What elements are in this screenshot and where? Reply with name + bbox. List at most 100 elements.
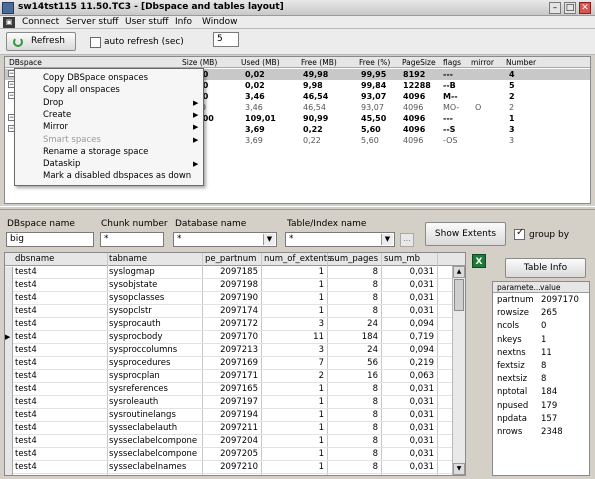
menu-window[interactable]: Window [202, 17, 238, 27]
dbspace-name-input[interactable]: big [6, 232, 94, 247]
table-row[interactable]: test4 sysprocbody 2097170 11 184 0,719 [5, 331, 465, 345]
col-dbsname[interactable]: dbsname [15, 254, 54, 264]
maximize-icon[interactable]: □ [564, 2, 576, 14]
info-value: 2348 [541, 427, 563, 437]
col-pagesize[interactable]: PageSize [402, 58, 436, 67]
col-dbspace[interactable]: DBspace [9, 58, 42, 67]
table-info-row[interactable]: npused 179 [493, 400, 589, 413]
table-row[interactable]: test4 sysopclstr 2097174 1 8 0,031 [5, 305, 465, 319]
table-info-row[interactable]: nkeys 1 [493, 334, 589, 347]
chunk-number-input[interactable]: * [100, 232, 164, 247]
scroll-thumb[interactable] [454, 279, 464, 311]
table-row[interactable]: test4 syslogmap 2097185 1 8 0,031 [5, 266, 465, 280]
cell-tabname: sysprocedures [109, 358, 171, 368]
col-parameter[interactable]: paramete... [497, 283, 541, 292]
table-row[interactable]: test4 sysroleauth 2097197 1 8 0,031 [5, 396, 465, 410]
extents-grid[interactable]: dbsname tabname pe_partnum num_of_extent… [4, 252, 466, 476]
table-info-row[interactable]: partnum 2097170 [493, 294, 589, 307]
row-selector[interactable] [5, 462, 13, 475]
context-menu-item: Smart spaces [43, 134, 101, 145]
table-row[interactable]: test4 sysseclabelnames 2097210 1 8 0,031 [5, 461, 465, 475]
table-info-row[interactable]: nptotal 184 [493, 386, 589, 399]
menu-server-stuff[interactable]: Server stuff [66, 17, 119, 27]
refresh-button[interactable]: Refresh [6, 32, 76, 51]
menu-info[interactable]: Info [175, 17, 192, 27]
auto-refresh-checkbox[interactable] [90, 37, 101, 48]
splitter[interactable] [0, 206, 595, 210]
table-info-row[interactable]: nextns 11 [493, 347, 589, 360]
cell-num-of-extents: 7 [318, 358, 324, 368]
col-sum-pages[interactable]: sum_pages [330, 254, 378, 264]
cell-num-of-extents: 11 [313, 332, 324, 342]
col-num-of-extents[interactable]: num_of_extents [264, 254, 332, 264]
close-icon[interactable]: ✕ [579, 2, 591, 14]
table-info-row[interactable]: nextsiz 8 [493, 373, 589, 386]
table-row[interactable]: test4 sysproccolumns 2097213 3 24 0,094 [5, 344, 465, 358]
col-tabname[interactable]: tabname [109, 254, 147, 264]
minimize-icon[interactable]: – [549, 2, 561, 14]
table-row[interactable]: test4 sysseclabelcompone 2097204 1 8 0,031 [5, 435, 465, 449]
cell-sum-pages: 8 [372, 384, 378, 394]
table-info-row[interactable]: rowsize 265 [493, 307, 589, 320]
scroll-up-icon[interactable]: ▲ [453, 266, 465, 278]
context-menu-item[interactable]: Rename a storage space [43, 147, 148, 157]
table-row[interactable]: test4 sysopclasses 2097190 1 8 0,031 [5, 292, 465, 306]
table-info-row[interactable]: fextsiz 8 [493, 360, 589, 373]
cell-tabname: sysroutinelangs [109, 410, 176, 420]
dbspace-used: 0,02 [245, 81, 265, 90]
table-name-select[interactable]: * ▼ [285, 232, 395, 247]
table-info-row[interactable]: ncols 0 [493, 320, 589, 333]
col-free[interactable]: Free (MB) [301, 58, 337, 67]
title-bar: sw14tst115 11.50.TC3 - [Dbspace and tabl… [0, 0, 595, 16]
table-info-row[interactable]: nrows 2348 [493, 426, 589, 439]
browse-button[interactable]: ... [400, 233, 414, 247]
app-icon [2, 2, 14, 14]
excel-export-icon[interactable]: X [472, 254, 486, 268]
scroll-down-icon[interactable]: ▼ [453, 463, 465, 475]
table-info-button[interactable]: Table Info [505, 258, 586, 278]
show-extents-button[interactable]: Show Extents [425, 222, 506, 246]
table-row[interactable]: test4 sysprocplan 2097171 2 16 0,063 [5, 370, 465, 384]
toolbar: Refresh auto refresh (sec) 5 [0, 29, 595, 55]
dbspace-used: 109,01 [245, 114, 276, 123]
table-row[interactable]: test4 sysprocauth 2097172 3 24 0,094 [5, 318, 465, 332]
col-number[interactable]: Number [506, 58, 536, 67]
table-row[interactable]: test4 sysreferences 2097165 1 8 0,031 [5, 383, 465, 397]
info-value: 184 [541, 387, 558, 398]
menu-user-stuff[interactable]: User stuff [125, 17, 169, 27]
dbspace-pagesize: 4096 [403, 136, 424, 145]
context-menu-item[interactable]: Dataskip [43, 159, 80, 169]
app-logo-icon[interactable]: ▣ [3, 17, 15, 28]
col-sum-mb[interactable]: sum_mb [384, 254, 420, 264]
col-flags[interactable]: flags [443, 58, 461, 67]
col-used[interactable]: Used (MB) [241, 58, 280, 67]
cell-pe-partnum: 2097194 [220, 410, 258, 420]
chevron-down-icon[interactable]: ▼ [381, 234, 393, 245]
context-menu-item[interactable]: Copy DBSpace onspaces [43, 73, 148, 83]
col-mirror[interactable]: mirror [471, 58, 494, 67]
context-menu-item[interactable]: Drop [43, 98, 63, 108]
table-row[interactable]: test4 sysobjstate 2097198 1 8 0,031 [5, 279, 465, 293]
info-value: 2097170 [541, 295, 579, 305]
context-menu-item[interactable]: Mark a disabled dbspaces as down [43, 171, 191, 181]
context-menu-item[interactable]: Create [43, 110, 71, 120]
database-name-select[interactable]: * ▼ [173, 232, 277, 247]
table-row[interactable]: test4 sysseclabelauth 2097211 1 8 0,031 [5, 422, 465, 436]
chevron-down-icon[interactable]: ▼ [263, 234, 275, 245]
table-row[interactable]: test4 sysprocedures 2097169 7 56 0,219 [5, 357, 465, 371]
col-value[interactable]: value [540, 283, 561, 292]
col-free-pct[interactable]: Free (%) [359, 58, 390, 67]
refresh-interval-input[interactable]: 5 [213, 32, 239, 47]
col-pe-partnum[interactable]: pe_partnum [205, 254, 256, 264]
col-size[interactable]: Size (MB) [182, 58, 217, 67]
group-by-checkbox[interactable] [514, 227, 525, 240]
table-info-row[interactable]: npdata 157 [493, 413, 589, 426]
table-info-grid[interactable]: paramete... value partnum 2097170 rowsize 2… [492, 281, 590, 476]
context-menu-item[interactable]: Mirror [43, 122, 68, 132]
table-row[interactable]: test4 sysseclabelcompone 2097205 1 8 0,031 [5, 448, 465, 462]
table-row[interactable]: test4 sysroutinelangs 2097194 1 8 0,031 [5, 409, 465, 423]
dbspace-freepct: 93,07 [361, 92, 387, 101]
grid-scrollbar[interactable]: ▲ ▼ [452, 266, 465, 475]
context-menu-item[interactable]: Copy all onspaces [43, 85, 120, 95]
menu-connect[interactable]: Connect [22, 17, 59, 27]
